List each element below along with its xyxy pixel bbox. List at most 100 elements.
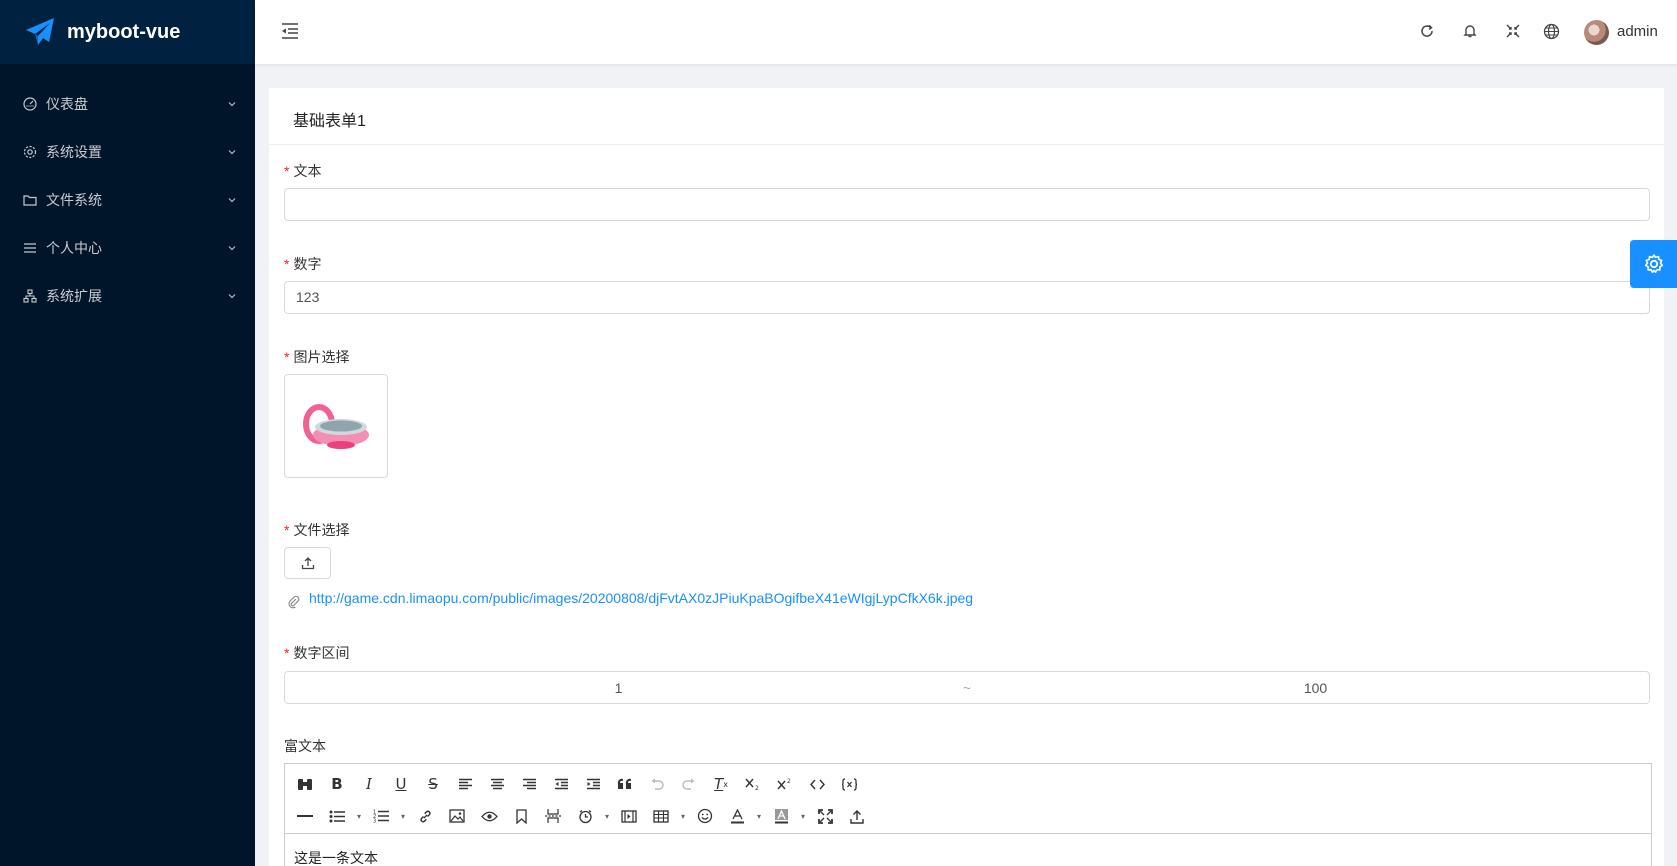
sidebar-item-label: 系统扩展 bbox=[46, 288, 102, 304]
sidebar-menu: 仪表盘 系统设置 文件系统 个人中心 系统扩展 bbox=[0, 64, 255, 320]
chevron-down-icon bbox=[228, 198, 236, 203]
globe-icon[interactable] bbox=[1541, 21, 1561, 41]
text-color-icon[interactable] bbox=[721, 802, 753, 830]
chevron-down-icon[interactable]: ▾ bbox=[677, 802, 689, 830]
bookmark-icon[interactable] bbox=[505, 802, 537, 830]
dashboard-icon bbox=[23, 97, 37, 111]
chevron-down-icon bbox=[228, 150, 236, 155]
align-center-icon[interactable] bbox=[481, 770, 513, 798]
upload-icon bbox=[301, 557, 314, 570]
range-min-input[interactable]: 1 bbox=[285, 680, 952, 696]
find-icon[interactable] bbox=[289, 770, 321, 798]
outdent-icon[interactable] bbox=[545, 770, 577, 798]
clear-format-button[interactable]: Tx bbox=[705, 770, 737, 798]
image-icon[interactable] bbox=[441, 802, 473, 830]
top-header: admin bbox=[255, 0, 1677, 64]
user-name[interactable]: admin bbox=[1617, 23, 1658, 40]
file-link[interactable]: http://game.cdn.limaopu.com/public/image… bbox=[309, 590, 973, 606]
sidebar-item-label: 文件系统 bbox=[46, 192, 102, 208]
sidebar: myboot-vue 仪表盘 系统设置 文件系统 个人中心 系统扩展 bbox=[0, 0, 255, 866]
align-right-icon[interactable] bbox=[513, 770, 545, 798]
gear-icon bbox=[23, 145, 37, 159]
chevron-down-icon bbox=[228, 102, 236, 107]
app-title: myboot-vue bbox=[67, 20, 181, 43]
refresh-icon[interactable] bbox=[1417, 21, 1437, 41]
fullscreen-icon[interactable] bbox=[809, 802, 841, 830]
logo[interactable]: myboot-vue bbox=[0, 0, 255, 64]
subscript-icon[interactable]: 2 bbox=[737, 770, 769, 798]
chevron-down-icon[interactable]: ▾ bbox=[601, 802, 613, 830]
file-label: * 文件选择 bbox=[284, 522, 350, 538]
code-block-icon[interactable] bbox=[833, 770, 865, 798]
align-left-icon[interactable] bbox=[449, 770, 481, 798]
rich-text-label: 富文本 bbox=[284, 738, 326, 754]
link-icon[interactable] bbox=[409, 802, 441, 830]
menu-fold-icon[interactable] bbox=[279, 20, 301, 42]
range-separator: ~ bbox=[962, 679, 972, 696]
page-break-icon[interactable] bbox=[537, 802, 569, 830]
strikethrough-button[interactable]: S bbox=[417, 770, 449, 798]
emoji-icon[interactable] bbox=[689, 802, 721, 830]
editor-content[interactable]: 这是一条文本 bbox=[285, 834, 1651, 866]
range-label: * 数字区间 bbox=[284, 645, 350, 661]
number-label: * 数字 bbox=[284, 256, 322, 272]
chevron-down-icon bbox=[228, 294, 236, 299]
card-title: 基础表单1 bbox=[269, 88, 1664, 145]
sidebar-item-label: 仪表盘 bbox=[46, 96, 88, 112]
chevron-down-icon[interactable]: ▾ bbox=[353, 802, 365, 830]
bullet-list-icon[interactable] bbox=[321, 802, 353, 830]
bold-button[interactable]: B bbox=[321, 770, 353, 798]
upload-icon[interactable] bbox=[841, 802, 873, 830]
rich-text-editor: B I U S Tx 2 2 ▾ 1 2 3 ▾ ▾ ▾ ▾ ▾ 这是一条文本 bbox=[284, 763, 1652, 866]
svg-text:2: 2 bbox=[787, 778, 791, 785]
preview-icon[interactable] bbox=[473, 802, 505, 830]
paper-plane-icon bbox=[26, 18, 54, 45]
chevron-down-icon bbox=[228, 246, 236, 251]
indent-icon[interactable] bbox=[577, 770, 609, 798]
folder-icon bbox=[23, 193, 37, 207]
chevron-down-icon[interactable]: ▾ bbox=[397, 802, 409, 830]
cluster-icon bbox=[23, 289, 37, 303]
image-preview[interactable] bbox=[284, 374, 388, 478]
numbered-list-icon[interactable]: 123 bbox=[365, 802, 397, 830]
paperclip-icon bbox=[288, 595, 300, 609]
superscript-icon[interactable]: 2 bbox=[769, 770, 801, 798]
chevron-down-icon[interactable]: ▾ bbox=[797, 802, 809, 830]
media-icon[interactable] bbox=[613, 802, 645, 830]
highlight-color-icon[interactable] bbox=[765, 802, 797, 830]
gear-icon bbox=[1644, 254, 1663, 274]
italic-button[interactable]: I bbox=[353, 770, 385, 798]
svg-text:2: 2 bbox=[755, 785, 759, 791]
chevron-down-icon[interactable]: ▾ bbox=[753, 802, 765, 830]
range-max-input[interactable]: 100 bbox=[982, 680, 1649, 696]
sidebar-item-label: 系统设置 bbox=[46, 144, 102, 160]
upload-button[interactable] bbox=[284, 547, 331, 579]
sidebar-item-settings[interactable]: 系统设置 bbox=[0, 128, 255, 176]
bell-icon[interactable] bbox=[1460, 21, 1480, 41]
code-icon[interactable] bbox=[801, 770, 833, 798]
editor-toolbar: B I U S Tx 2 2 ▾ 1 2 3 ▾ ▾ ▾ ▾ ▾ bbox=[285, 764, 1651, 834]
sidebar-item-extensions[interactable]: 系统扩展 bbox=[0, 272, 255, 320]
text-input[interactable] bbox=[284, 188, 1650, 221]
sidebar-item-profile[interactable]: 个人中心 bbox=[0, 224, 255, 272]
image-label: * 图片选择 bbox=[284, 349, 350, 365]
horizontal-rule-icon[interactable] bbox=[289, 802, 321, 830]
fullscreen-icon[interactable] bbox=[1503, 21, 1523, 41]
blockquote-icon[interactable] bbox=[609, 770, 641, 798]
clock-icon[interactable] bbox=[569, 802, 601, 830]
svg-text:3: 3 bbox=[373, 819, 376, 824]
sidebar-item-dashboard[interactable]: 仪表盘 bbox=[0, 80, 255, 128]
table-icon[interactable] bbox=[645, 802, 677, 830]
settings-drawer-button[interactable] bbox=[1630, 240, 1677, 288]
undo-icon[interactable] bbox=[641, 770, 673, 798]
list-icon bbox=[23, 241, 37, 255]
text-label: * 文本 bbox=[284, 163, 322, 179]
form-card: 基础表单1 * 文本 * 数字 123 * 图片选择 * 文件选择 http://gam… bbox=[269, 88, 1664, 866]
avatar[interactable] bbox=[1584, 20, 1609, 45]
sidebar-item-label: 个人中心 bbox=[46, 240, 102, 256]
bowl-image bbox=[303, 404, 369, 449]
underline-button[interactable]: U bbox=[385, 770, 417, 798]
redo-icon[interactable] bbox=[673, 770, 705, 798]
number-input[interactable]: 123 bbox=[284, 281, 1650, 314]
sidebar-item-files[interactable]: 文件系统 bbox=[0, 176, 255, 224]
